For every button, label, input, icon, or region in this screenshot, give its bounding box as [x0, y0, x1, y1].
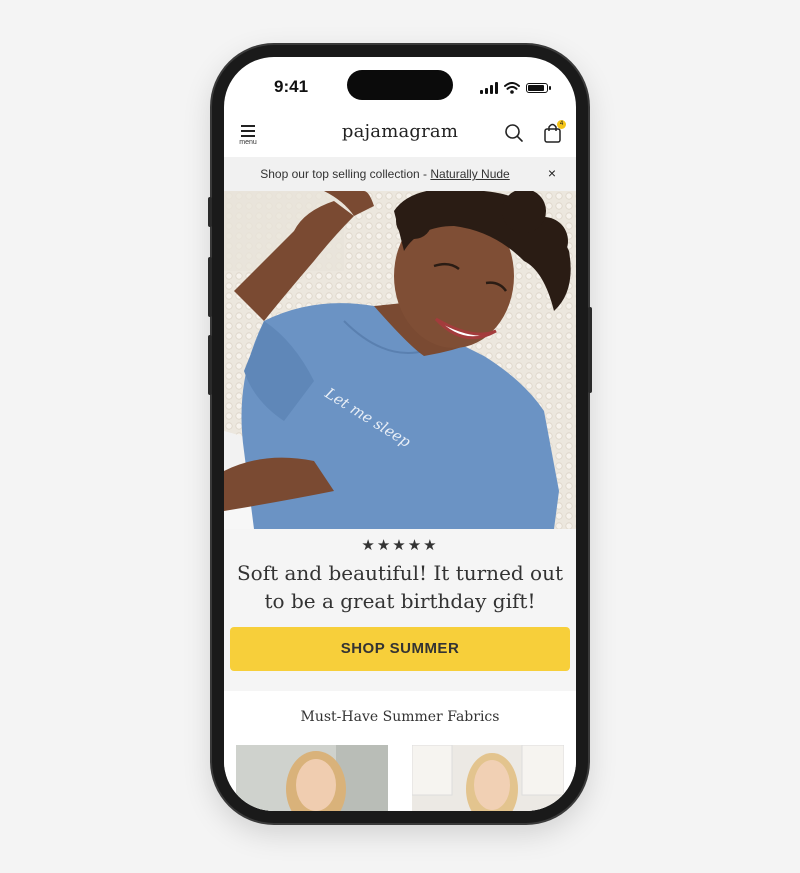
hero-photo: Let me sleep: [224, 191, 576, 529]
mute-switch: [208, 197, 212, 227]
banner-link[interactable]: Naturally Nude: [430, 167, 509, 181]
volume-down-button: [208, 335, 212, 395]
fabric-photo-2: [412, 745, 564, 811]
signal-icon: [480, 82, 498, 94]
review-quote: Soft and beautiful! It turned out to be …: [236, 561, 564, 613]
promo-banner: Shop our top selling collection - Natura…: [224, 157, 576, 191]
banner-message: Shop our top selling collection -: [260, 167, 431, 181]
hero-image[interactable]: Let me sleep: [224, 191, 576, 529]
battery-icon: [526, 83, 551, 93]
dynamic-island: [347, 70, 453, 100]
close-banner-button[interactable]: ×: [548, 165, 556, 181]
cart-button[interactable]: 4: [542, 120, 566, 145]
summer-fabrics-section: Must-Have Summer Fabrics: [224, 691, 576, 811]
screen: 9:41 menu pajamagram 4 Shop our top sell…: [224, 57, 576, 811]
shop-summer-button[interactable]: SHOP SUMMER: [230, 627, 570, 671]
volume-up-button: [208, 257, 212, 317]
fabric-photo-1: [236, 745, 388, 811]
status-time: 9:41: [274, 77, 309, 96]
banner-text: Shop our top selling collection - Natura…: [224, 167, 546, 181]
status-bar: 9:41: [224, 57, 576, 113]
section-title: Must-Have Summer Fabrics: [300, 709, 500, 725]
search-icon[interactable]: [504, 123, 524, 143]
status-icons: [480, 82, 551, 94]
cart-count-badge: 4: [557, 120, 566, 129]
star-rating: ★★★★★: [361, 537, 439, 554]
fabric-card-1[interactable]: [236, 745, 388, 811]
wifi-icon: [504, 82, 520, 94]
fabric-card-2[interactable]: [412, 745, 564, 811]
review-section: ★★★★★ Soft and beautiful! It turned out …: [224, 529, 576, 691]
power-button: [588, 307, 592, 393]
phone-frame: 9:41 menu pajamagram 4 Shop our top sell…: [208, 45, 592, 823]
site-header: menu pajamagram 4: [224, 113, 576, 157]
